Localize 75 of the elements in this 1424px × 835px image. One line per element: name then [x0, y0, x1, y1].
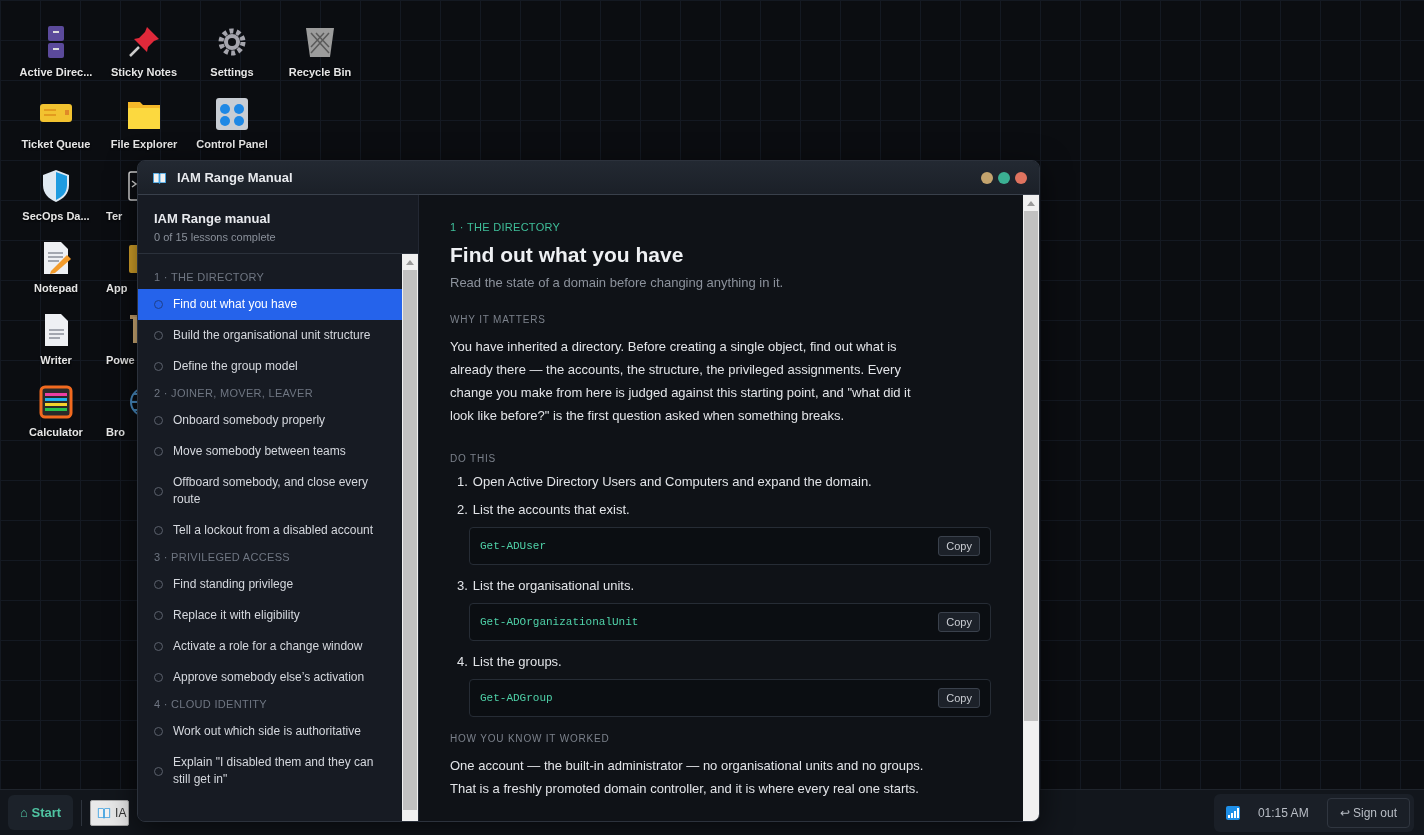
- lesson-item[interactable]: Onboard somebody properly: [138, 405, 402, 436]
- copy-button[interactable]: Copy: [938, 536, 980, 556]
- lesson-item[interactable]: Move somebody between teams: [138, 436, 402, 467]
- control-panel-icon[interactable]: [215, 97, 249, 131]
- desktop-icon-label[interactable]: Ter: [100, 210, 123, 222]
- sidebar-title: IAM Range manual: [154, 211, 272, 226]
- lesson-item[interactable]: Find out what you have: [138, 289, 402, 320]
- desktop-icon-label[interactable]: Ticket Queue: [21, 138, 91, 150]
- desktop-icon-label[interactable]: Notepad: [34, 282, 78, 294]
- lesson-item[interactable]: Build the organisational unit structure: [138, 320, 402, 351]
- pushpin-icon[interactable]: [127, 25, 161, 59]
- section-heading: WHY IT MATTERS: [450, 314, 547, 325]
- section-heading: DO THIS: [450, 453, 497, 464]
- scrollbar[interactable]: [1023, 195, 1039, 821]
- lesson-item[interactable]: Find standing privilege: [138, 569, 402, 600]
- desktop-icon-label[interactable]: SecOps Da...: [22, 210, 90, 222]
- desktop-icon-label[interactable]: Powe: [100, 354, 135, 366]
- desktop-icon-label[interactable]: App: [100, 282, 128, 294]
- lesson-item[interactable]: Approve somebody else’s activation: [138, 662, 402, 693]
- lesson-item[interactable]: Replace it with eligibility: [138, 600, 402, 631]
- step-number: 3.: [457, 577, 468, 595]
- maximize-button[interactable]: [998, 171, 1010, 184]
- desktop-icon-label[interactable]: Writer: [40, 354, 72, 366]
- step-number: 4.: [457, 653, 468, 671]
- desktop-icon-label[interactable]: Bro: [100, 426, 125, 438]
- code-text: Get-ADUser: [480, 540, 546, 552]
- abacus-icon[interactable]: [39, 385, 73, 419]
- desktop-icon-label[interactable]: Calculator: [29, 426, 83, 438]
- book-icon: [152, 171, 167, 184]
- desktop-icon-label[interactable]: Active Direc...: [19, 66, 93, 78]
- lesson-subtitle: Read the state of a domain before changing anything in it.: [450, 275, 785, 290]
- scrollbar[interactable]: [402, 254, 418, 821]
- step-text: List the accounts that exist.: [472, 501, 630, 519]
- lesson-item[interactable]: Explain "I disabled them and they can still get in": [138, 747, 402, 795]
- lesson-title: Find out what you have: [450, 243, 685, 267]
- group-heading: 3 · PRIVILEGED ACCESS: [153, 550, 291, 565]
- sign-out-button[interactable]: ↩ Sign out: [1326, 797, 1410, 828]
- code-text: Get-ADOrganizationalUnit: [480, 616, 639, 628]
- trash-icon[interactable]: [303, 25, 337, 59]
- start-button[interactable]: ⌂ Start: [8, 795, 74, 830]
- lesson-item[interactable]: Tell a lockout from a disabled account: [138, 515, 402, 546]
- section-heading: HOW YOU KNOW IT WORKED: [450, 733, 611, 744]
- group-heading: 1 · THE DIRECTORY: [153, 270, 266, 285]
- signal-icon[interactable]: [1225, 805, 1240, 820]
- desktop-icon-label[interactable]: Control Panel: [196, 138, 268, 150]
- lesson-item[interactable]: Work out which side is authoritative: [138, 716, 402, 747]
- scrollbar-thumb[interactable]: [1024, 211, 1038, 721]
- step-text: Open Active Directory Users and Computers and expand the domain.: [472, 473, 872, 491]
- lesson-item[interactable]: Activate a role for a change window: [138, 631, 402, 662]
- book-icon: [97, 806, 112, 819]
- step-number: 2.: [457, 501, 468, 519]
- desktop-icon-label[interactable]: Settings: [210, 66, 254, 78]
- copy-button[interactable]: Copy: [938, 688, 980, 708]
- paragraph: You have inherited a directory. Before creating a single object, find out what is already there — the accounts, the structure, the privileged assignments. Every change you make from here is judged against this starting point, and "what did it look like before?" is the first question asked when something breaks.: [450, 338, 912, 425]
- section-label: 1 · THE DIRECTORY: [450, 221, 562, 233]
- paragraph: One account — the built-in administrator — no organisational units and no groups. That is a freshly promoted domain controller, and it is where every real one starts.: [450, 757, 925, 798]
- window-title: IAM Range Manual: [177, 170, 293, 185]
- step-number: 1.: [457, 473, 468, 491]
- lesson-item[interactable]: Define the group model: [138, 351, 402, 382]
- close-button[interactable]: [1015, 171, 1027, 184]
- desktop-icon-label[interactable]: Recycle Bin: [288, 66, 352, 78]
- copy-button[interactable]: Copy: [938, 612, 980, 632]
- lesson-item[interactable]: Offboard somebody, and close every route: [138, 467, 402, 515]
- clock: 01:15 AM: [1257, 805, 1309, 820]
- desktop-icon-label[interactable]: File Explorer: [110, 138, 178, 150]
- step-text: List the organisational units.: [472, 577, 634, 595]
- group-heading: 2 · JOINER, MOVER, LEAVER: [153, 386, 314, 401]
- code-text: Get-ADGroup: [480, 692, 553, 704]
- progress-text: 0 of 15 lessons complete: [154, 231, 277, 243]
- scrollbar-thumb[interactable]: [403, 270, 417, 810]
- group-heading: 4 · CLOUD IDENTITY: [153, 697, 268, 712]
- step-text: List the groups.: [472, 653, 562, 671]
- desktop-icon-label[interactable]: Sticky Notes: [111, 66, 177, 78]
- minimize-button[interactable]: [981, 171, 993, 184]
- taskbar-item[interactable]: IA: [90, 799, 130, 826]
